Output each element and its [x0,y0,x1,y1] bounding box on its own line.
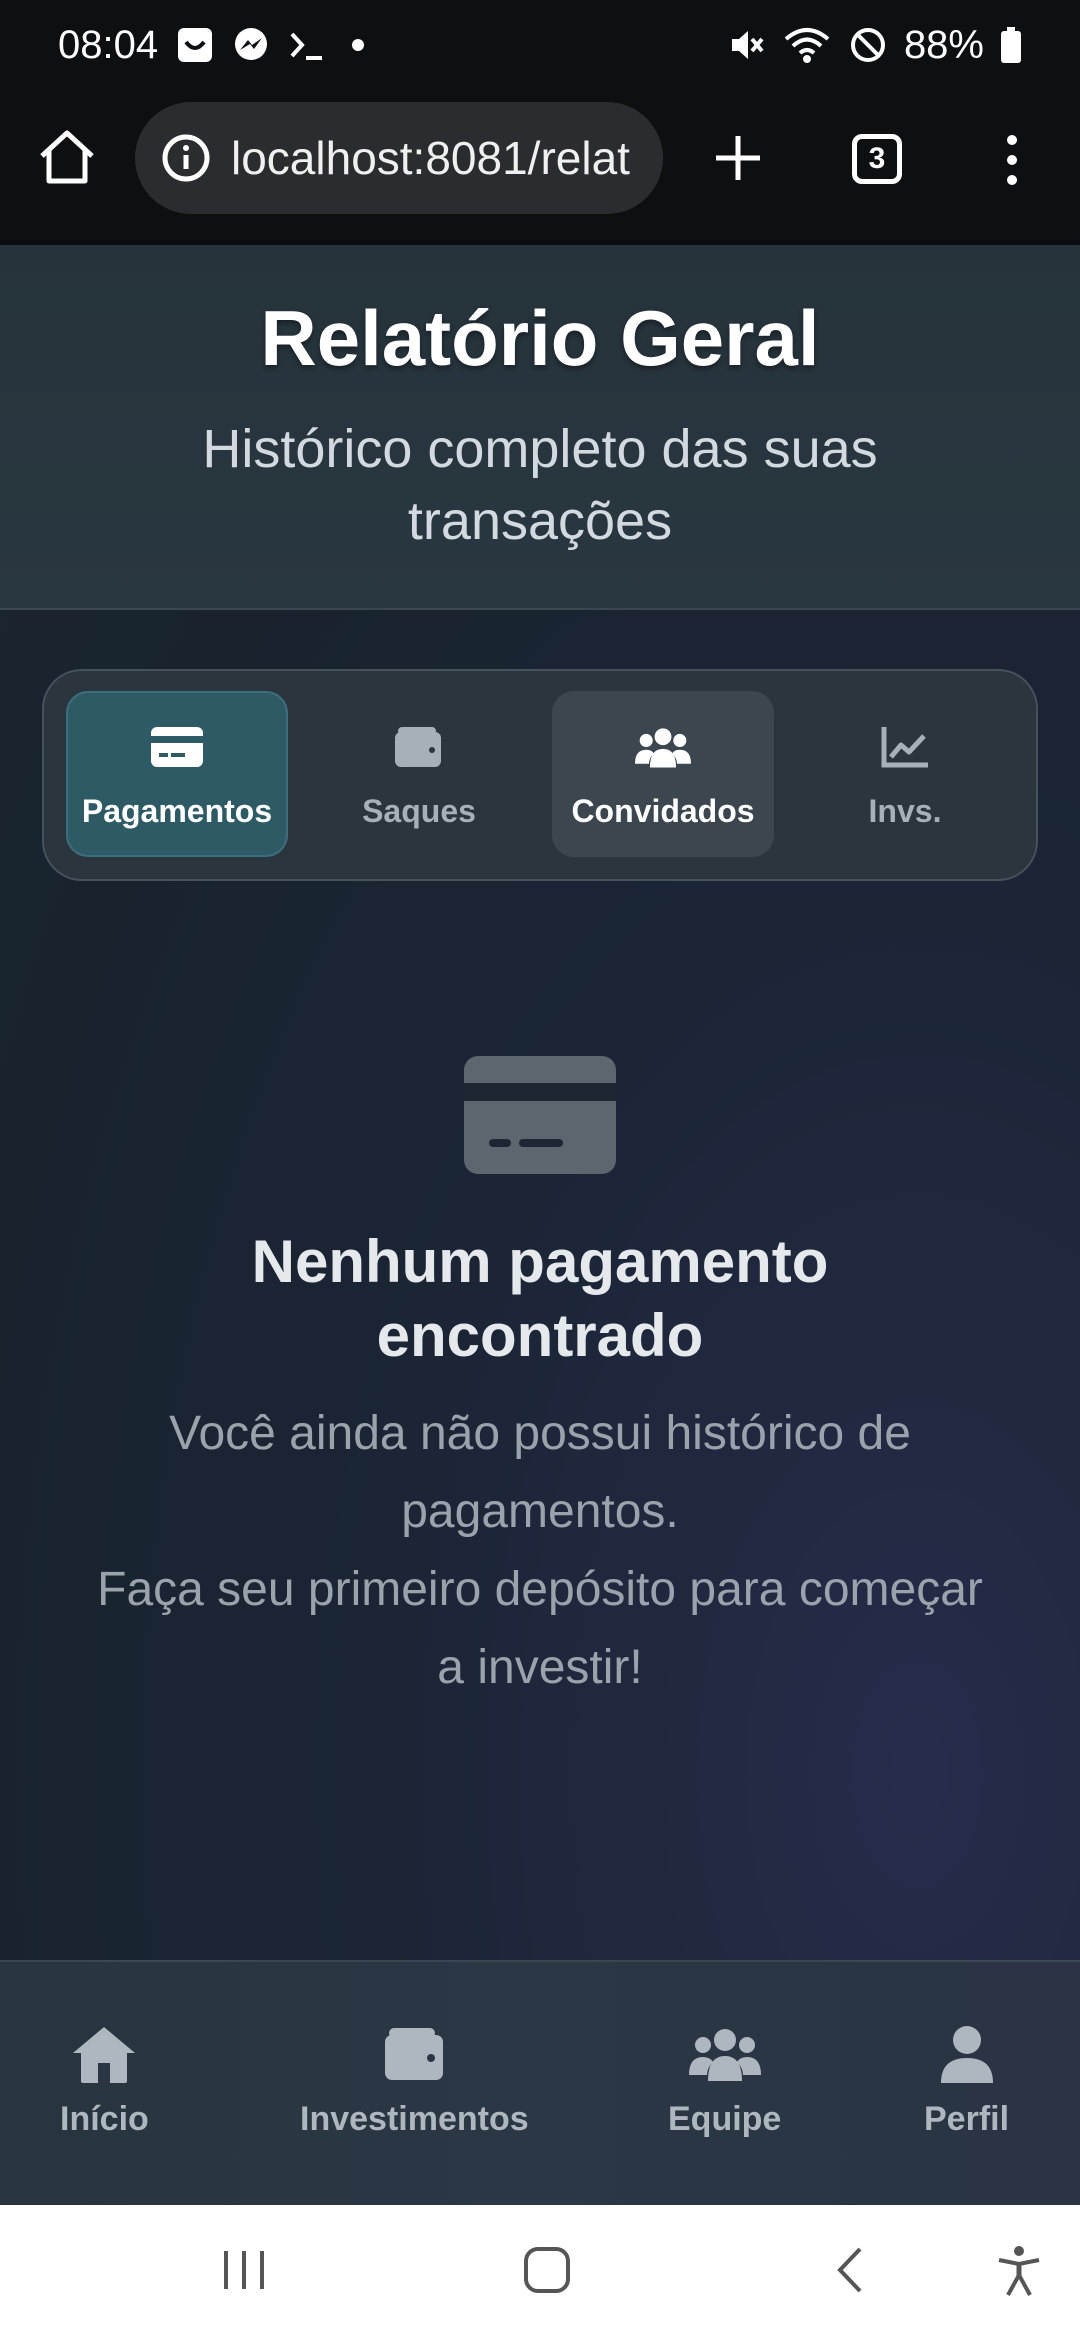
nav-equipe[interactable]: Equipe [668,2022,781,2139]
credit-card-icon [463,1055,617,1175]
back-button[interactable] [830,2245,870,2300]
accessibility-button[interactable] [996,2245,1042,2302]
tab-switcher-button[interactable]: 3 [852,134,902,184]
empty-state-line-1: Você ainda não possui histórico de pagam… [169,1407,911,1538]
status-right: 88% [726,23,1022,68]
smile-app-icon [176,26,214,64]
report-page: Relatório Geral Histórico completo das s… [0,245,1080,2205]
home-icon [68,2022,140,2086]
status-bar: 08:04 88% [0,0,1080,90]
home-button[interactable] [36,126,98,188]
wifi-icon [782,25,832,65]
page-subtitle: Histórico completo das suas transações [202,419,878,551]
dnd-icon [848,25,888,65]
battery-icon [1000,27,1022,63]
user-icon [931,2022,1003,2086]
tab-count: 3 [868,142,886,175]
nav-investimentos[interactable]: Investimentos [300,2022,529,2139]
system-navigation-bar [0,2205,1080,2340]
recents-icon [224,2251,264,2289]
url-text[interactable]: localhost:8081/relat [231,131,630,185]
accessibility-icon [998,2246,1040,2296]
status-time: 08:04 [58,22,159,67]
tab-investimentos[interactable]: Invs. [794,691,1016,857]
status-left: 08:04 [58,23,370,68]
address-bar[interactable]: localhost:8081/relat [135,102,663,214]
tab-label: Saques [362,792,476,829]
browser-menu-button[interactable] [998,130,1026,190]
tab-pagamentos[interactable]: Pagamentos [66,691,288,857]
tab-label: Pagamentos [81,792,273,829]
page-title: Relatório Geral [260,294,820,382]
new-tab-button[interactable] [710,130,766,186]
home-system-button[interactable] [522,2245,572,2300]
browser-toolbar: localhost:8081/relat 3 [0,90,1080,335]
bottom-navigation: Início Investimentos Equipe Perfil [0,1960,1080,2205]
chart-line-icon [877,719,933,775]
tab-label: Convidados [571,792,755,829]
mute-icon [726,25,766,65]
nav-label: Início [60,2100,149,2138]
empty-state-title: Nenhum pagamento encontrado [251,1228,829,1369]
dot-icon [346,33,370,57]
more-vertical-icon [1007,135,1017,185]
screen: 08:04 88% localhost:8081/relat 3 Relatór… [0,0,1080,2340]
empty-state-line-2: Faça seu primeiro depósito para começar … [97,1563,983,1694]
back-chevron-icon [837,2247,862,2293]
users-icon [635,719,691,775]
page-header: Relatório Geral Histórico completo das s… [0,245,1080,610]
tab-convidados[interactable]: Convidados [552,691,774,857]
info-icon[interactable] [159,131,213,185]
home-outline-icon [40,130,94,184]
wallet-icon [378,2022,450,2086]
tab-label: Invs. [868,792,942,829]
nav-label: Equipe [668,2100,782,2138]
messenger-icon [232,26,270,64]
plus-icon [716,136,760,180]
nav-perfil[interactable]: Perfil [924,2022,1009,2139]
nav-inicio[interactable]: Início [60,2022,149,2139]
empty-state-description: Você ainda não possui histórico de pagam… [80,1395,1000,1707]
nav-label: Investimentos [300,2100,529,2138]
home-square-icon [524,2247,570,2293]
tab-saques[interactable]: Saques [308,691,530,857]
nav-label: Perfil [924,2100,1010,2138]
users-icon [688,2022,761,2086]
wallet-icon [391,719,447,775]
terminal-icon [288,26,328,64]
credit-card-icon [149,719,205,775]
recent-apps-button[interactable] [220,2245,268,2300]
report-tabs: Pagamentos Saques Convidados Invs. [42,669,1038,881]
battery-percent: 88% [903,22,984,67]
